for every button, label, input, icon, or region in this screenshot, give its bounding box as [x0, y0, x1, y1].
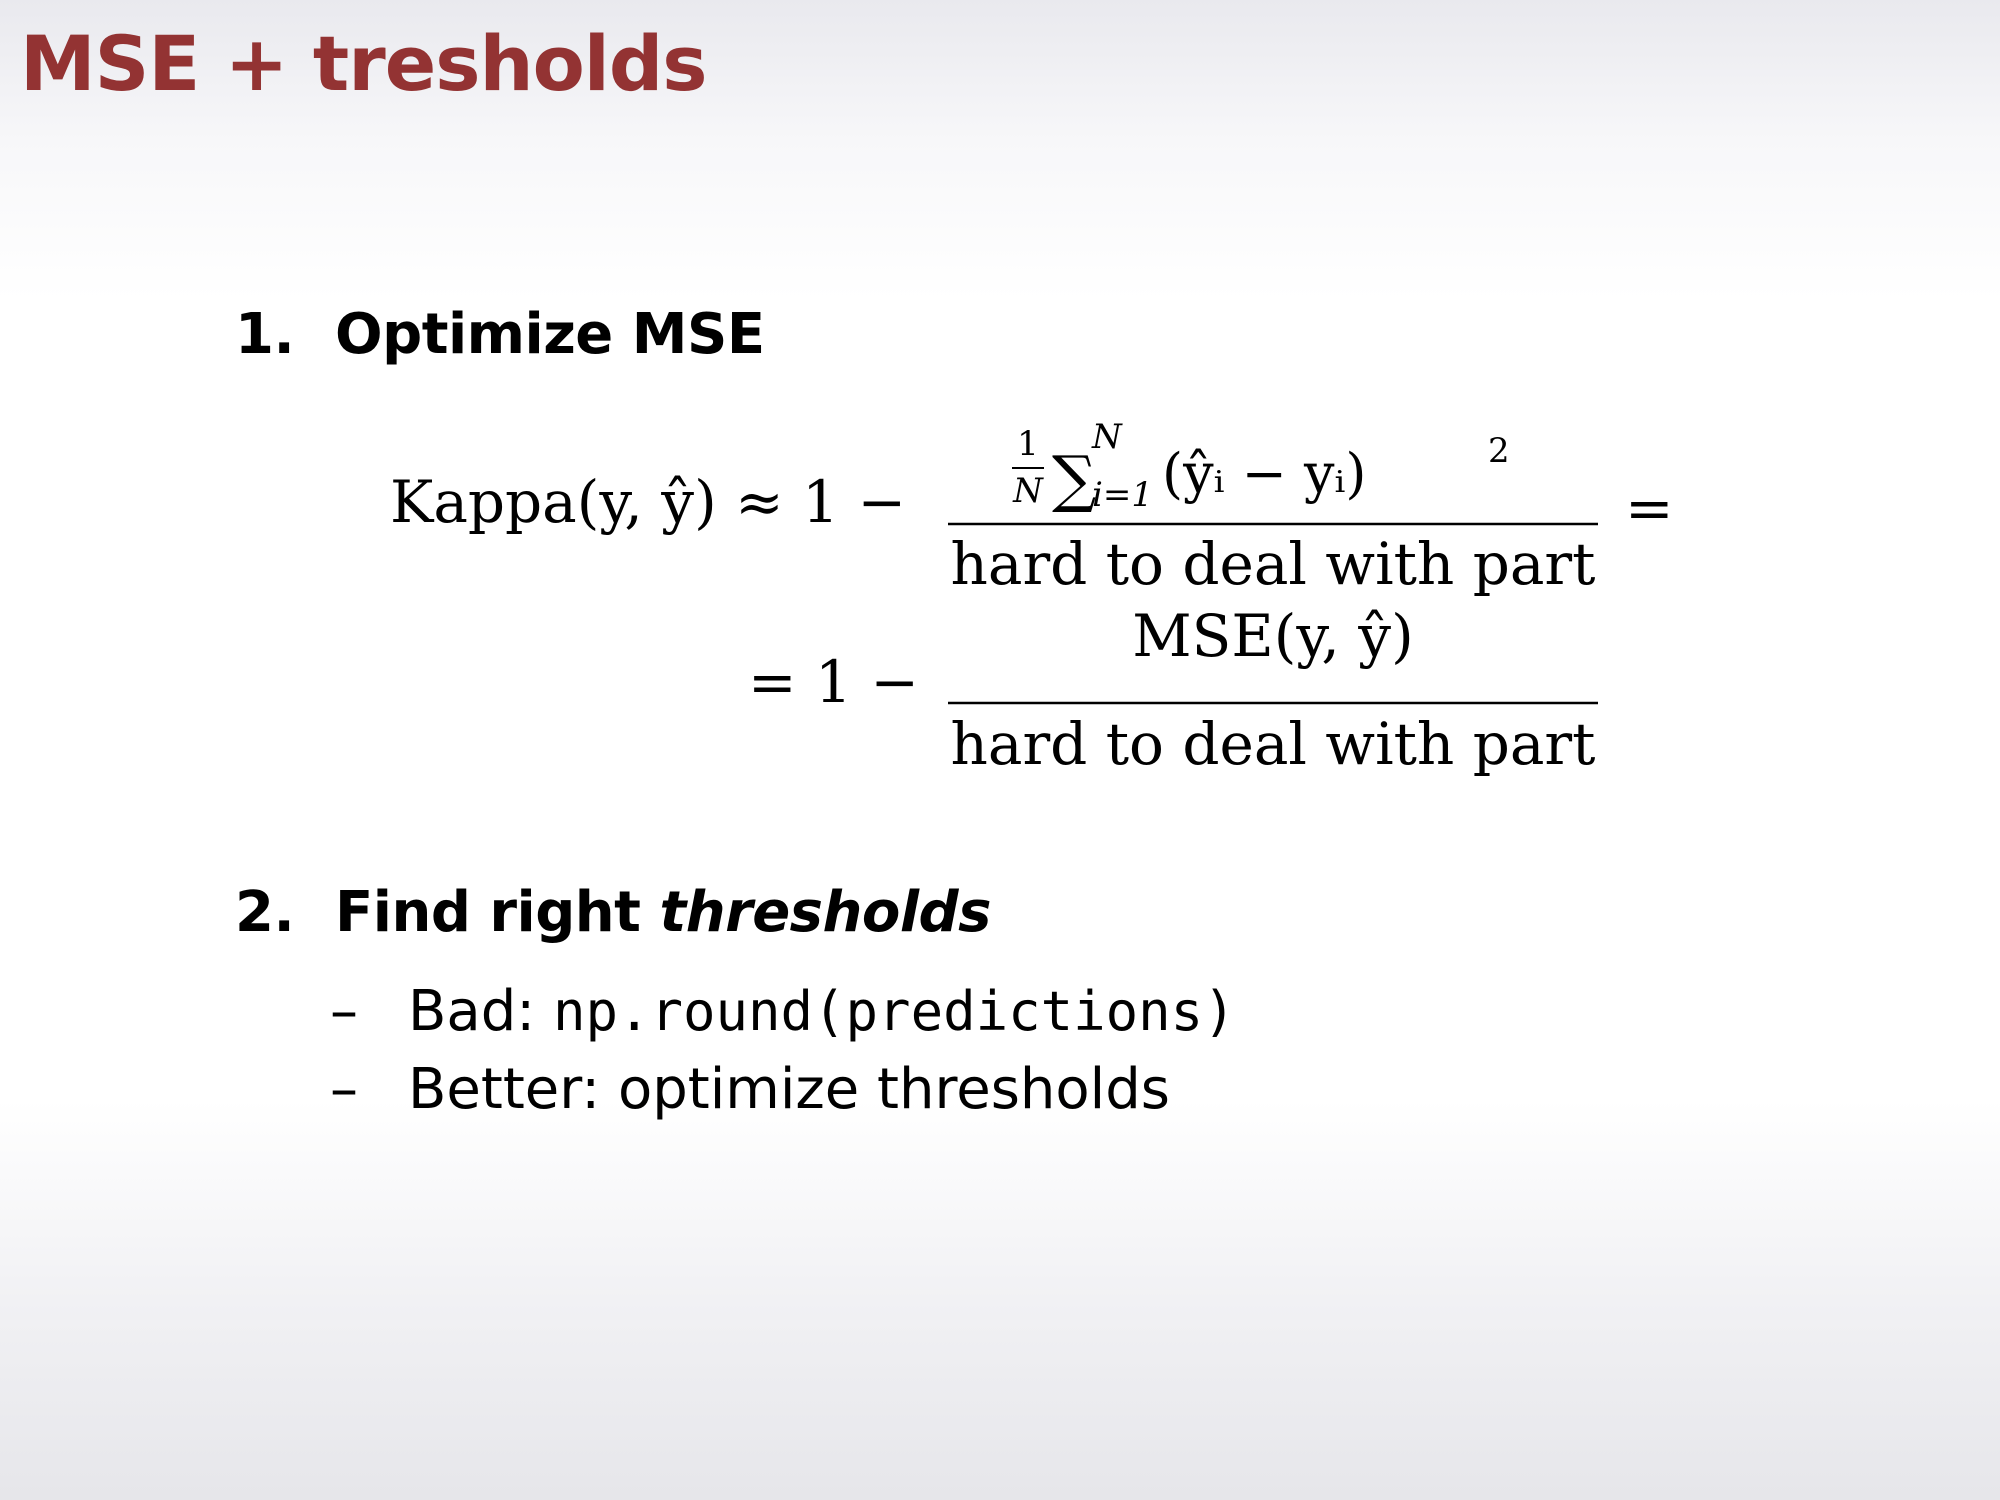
- bullet-better: – Better: optimize thresholds: [330, 1055, 1430, 1125]
- formula-sum-upper: N: [1091, 417, 1123, 457]
- section-label-italic: thresholds: [659, 880, 991, 945]
- bullet-bad: – Bad: np.round(predictions): [330, 977, 1430, 1047]
- formula-frac-den: N: [1012, 471, 1044, 511]
- formula-line1-lhs: Kappa(y, ŷ) ≈ 1 −: [390, 468, 906, 536]
- section-heading-optimize-mse: 1. Optimize MSE: [235, 300, 935, 370]
- section-heading-find-thresholds: 2. Find right thresholds: [235, 878, 1135, 948]
- formula-sum-lower: i=1: [1092, 475, 1153, 515]
- formula-line1-denominator: hard to deal with part: [951, 530, 1596, 598]
- section-number: 1.: [235, 302, 295, 367]
- formula-numerator-body: (ŷᵢ − yᵢ): [1162, 442, 1366, 505]
- formula-sum-symbol: ∑: [1052, 442, 1096, 515]
- formula-line2-denominator: hard to deal with part: [951, 710, 1596, 778]
- bullet-code: np.round(predictions): [552, 980, 1236, 1043]
- kappa-formula: Kappa(y, ŷ) ≈ 1 − 1 N ∑ N i=1 (ŷᵢ − yᵢ) …: [380, 410, 1700, 790]
- section-label: Find right thresholds: [335, 878, 991, 948]
- bullet-dash: –: [330, 979, 358, 1044]
- section-number: 2.: [235, 880, 295, 945]
- slide-title: MSE + tresholds: [20, 19, 707, 108]
- formula-line1-rhs-equals: =: [1625, 474, 1674, 542]
- formula-frac-num: 1: [1017, 424, 1039, 464]
- bullet-dash: –: [330, 1057, 358, 1122]
- section-label: Optimize MSE: [335, 302, 765, 367]
- bullet-label: Better: optimize thresholds: [408, 1057, 1170, 1122]
- section-label-plain: Find right: [335, 880, 660, 945]
- bullet-text: Bad: np.round(predictions): [408, 977, 1236, 1047]
- formula-exponent: 2: [1488, 431, 1510, 471]
- bullet-label: Bad:: [408, 979, 553, 1044]
- formula-line2-lhs: = 1 −: [748, 648, 919, 716]
- formula-line2-numerator: MSE(y, ŷ): [1132, 602, 1413, 670]
